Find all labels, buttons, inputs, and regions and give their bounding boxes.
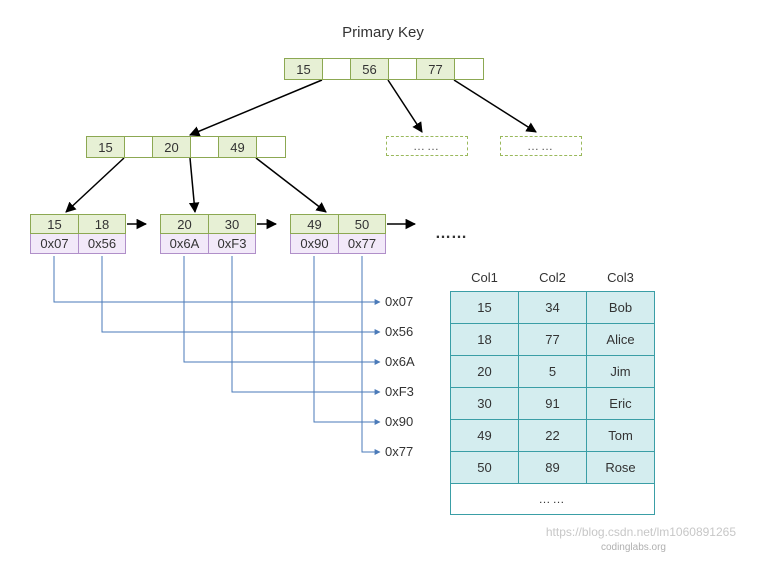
leaf-node-1: 20 30 0x6A 0xF3: [160, 214, 256, 254]
leaf-pointer: 0x6A: [160, 234, 208, 254]
leaf-ellipsis: ……: [435, 225, 467, 243]
cell: Rose: [587, 452, 655, 484]
table-row: 18 77 Alice: [451, 324, 655, 356]
cell: 15: [451, 292, 519, 324]
internal-blank: [257, 137, 285, 157]
table-row: 20 5 Jim: [451, 356, 655, 388]
table-footer-ellipsis: ……: [451, 484, 655, 515]
internal-key: 20: [153, 137, 191, 157]
leaf-key: 20: [160, 214, 208, 234]
address-label: 0x6A: [385, 354, 415, 369]
cell: Alice: [587, 324, 655, 356]
internal-node-placeholder: ……: [386, 136, 468, 156]
address-label: 0x77: [385, 444, 413, 459]
cell: 34: [519, 292, 587, 324]
leaf-node-0: 15 18 0x07 0x56: [30, 214, 126, 254]
cell: 91: [519, 388, 587, 420]
leaf-key: 50: [338, 214, 386, 234]
diagram-title: Primary Key: [0, 24, 766, 41]
internal-blank: [125, 137, 153, 157]
root-node: 15 56 77: [284, 58, 484, 80]
leaf-key: 18: [78, 214, 126, 234]
watermark-small: codinglabs.org: [601, 542, 666, 553]
root-blank: [323, 59, 351, 79]
cell: Eric: [587, 388, 655, 420]
leaf-node-2: 49 50 0x90 0x77: [290, 214, 386, 254]
col-header: Col1: [451, 264, 519, 292]
footer-cell: ……: [451, 484, 655, 515]
internal-key: 15: [87, 137, 125, 157]
watermark: https://blog.csdn.net/lm1060891265: [546, 525, 736, 539]
address-label: 0xF3: [385, 384, 414, 399]
leaf-pointer: 0x90: [290, 234, 338, 254]
address-label: 0x90: [385, 414, 413, 429]
root-key-1: 56: [351, 59, 389, 79]
internal-node-placeholder: ……: [500, 136, 582, 156]
internal-node-0: 15 20 49: [86, 136, 286, 158]
col-header: Col2: [519, 264, 587, 292]
leaf-pointer: 0x77: [338, 234, 386, 254]
data-table: Col1 Col2 Col3 15 34 Bob 18 77 Alice 20 …: [450, 264, 655, 515]
leaf-key: 30: [208, 214, 256, 234]
root-blank: [389, 59, 417, 79]
address-label: 0x56: [385, 324, 413, 339]
cell: 20: [451, 356, 519, 388]
cell: 89: [519, 452, 587, 484]
cell: Tom: [587, 420, 655, 452]
root-key-0: 15: [285, 59, 323, 79]
root-key-2: 77: [417, 59, 455, 79]
cell: 5: [519, 356, 587, 388]
col-header: Col3: [587, 264, 655, 292]
table-header-row: Col1 Col2 Col3: [451, 264, 655, 292]
internal-blank: [191, 137, 219, 157]
table-row: 15 34 Bob: [451, 292, 655, 324]
cell: 22: [519, 420, 587, 452]
leaf-pointer: 0x07: [30, 234, 78, 254]
cell: 77: [519, 324, 587, 356]
leaf-pointer: 0x56: [78, 234, 126, 254]
cell: Bob: [587, 292, 655, 324]
table-row: 50 89 Rose: [451, 452, 655, 484]
table-row: 30 91 Eric: [451, 388, 655, 420]
internal-key: 49: [219, 137, 257, 157]
cell: Jim: [587, 356, 655, 388]
cell: 50: [451, 452, 519, 484]
root-blank: [455, 59, 483, 79]
cell: 18: [451, 324, 519, 356]
table-row: 49 22 Tom: [451, 420, 655, 452]
leaf-key: 49: [290, 214, 338, 234]
cell: 30: [451, 388, 519, 420]
cell: 49: [451, 420, 519, 452]
leaf-key: 15: [30, 214, 78, 234]
address-label: 0x07: [385, 294, 413, 309]
leaf-pointer: 0xF3: [208, 234, 256, 254]
